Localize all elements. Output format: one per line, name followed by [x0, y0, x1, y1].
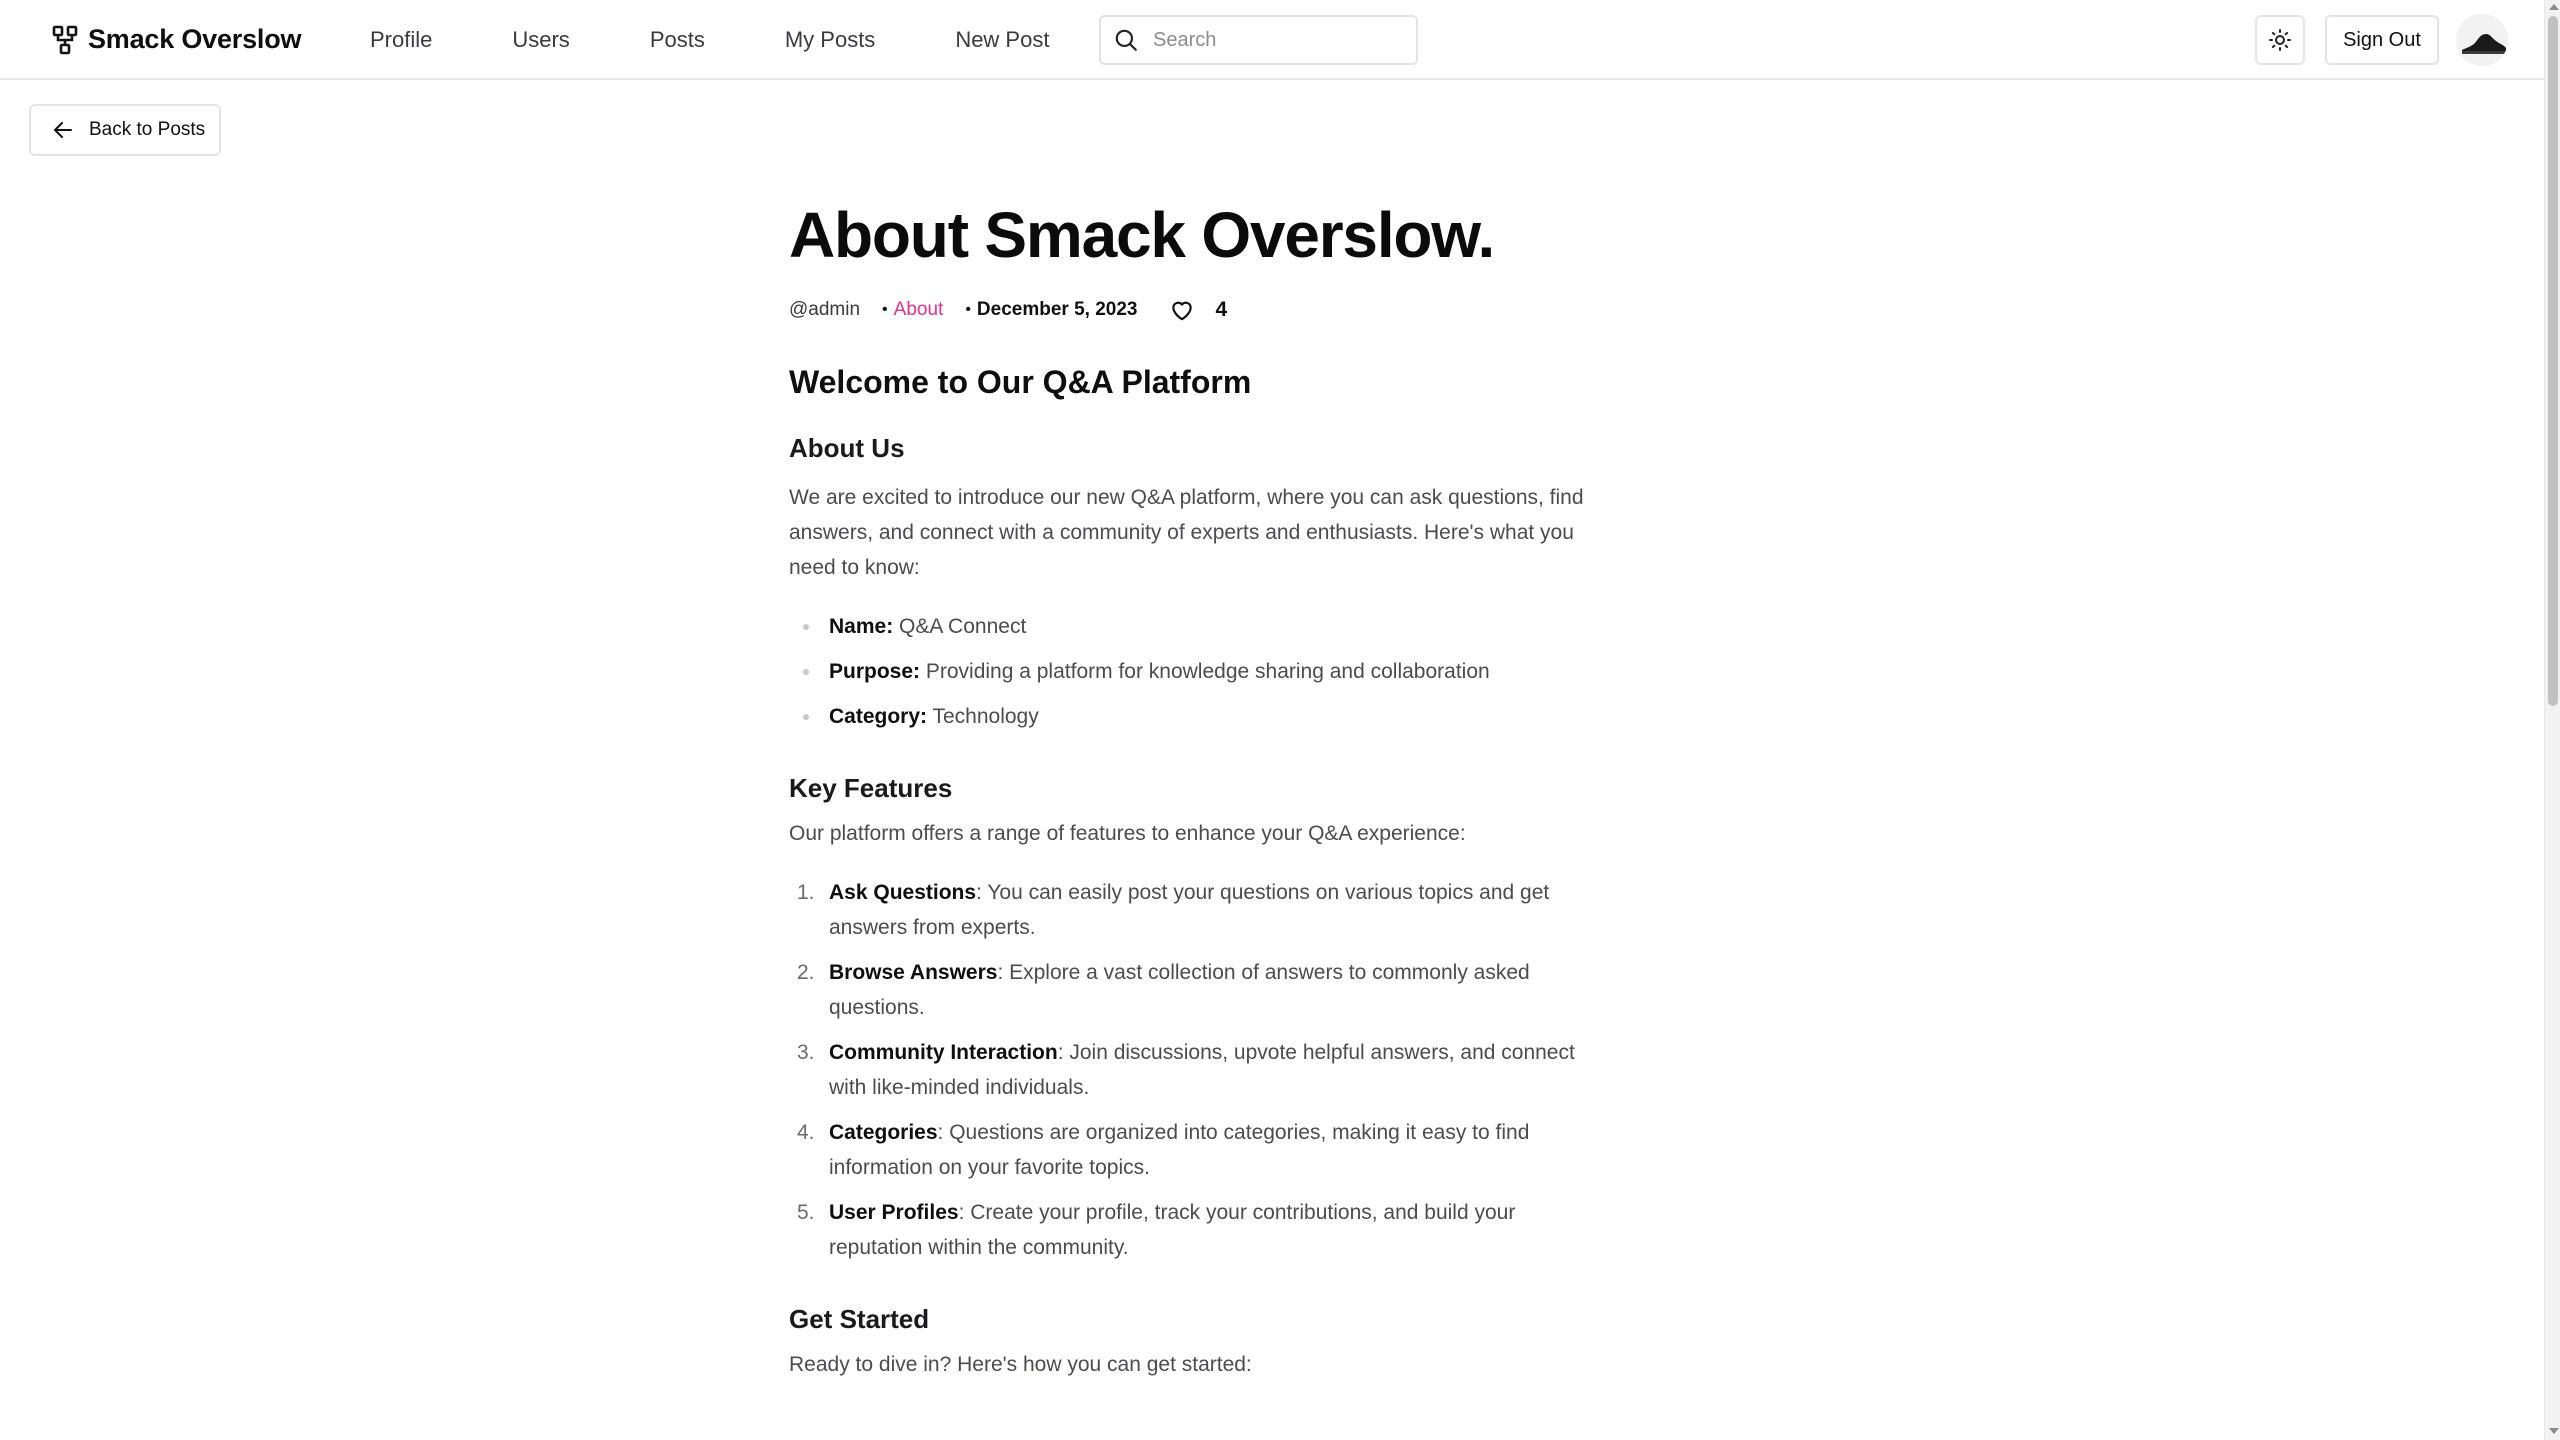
list-item: Name: Q&A Connect	[789, 609, 1609, 644]
fact-label: Category:	[829, 705, 928, 728]
features-list: 1. Ask Questions: You can easily post you…	[789, 875, 1609, 1265]
search-box[interactable]	[1099, 15, 1418, 65]
feature-label: Browse Answers	[829, 961, 998, 984]
list-item: 1. Ask Questions: You can easily post you…	[789, 875, 1609, 945]
search-input[interactable]	[1153, 28, 1393, 52]
get-started-intro: Ready to dive in? Here's how you can get…	[789, 1353, 1252, 1376]
search-icon	[1115, 29, 1137, 51]
features-intro: Our platform offers a range of features …	[789, 822, 1466, 845]
list-number: 2.	[797, 961, 815, 984]
feature-label: User Profiles	[829, 1201, 959, 1224]
scrollbar-thumb[interactable]	[2548, 16, 2558, 706]
feature-label: Ask Questions	[829, 881, 977, 904]
list-item: 2. Browse Answers: Explore a vast collect…	[789, 955, 1609, 1025]
heart-icon[interactable]	[1169, 297, 1195, 323]
section-heading-about: About Us	[789, 433, 905, 463]
section-heading-features: Key Features	[789, 773, 953, 803]
back-to-posts-label: Back to Posts	[89, 119, 206, 140]
page-scrollbar[interactable]	[2544, 0, 2560, 1440]
list-item: 5. User Profiles: Create your profile, tr…	[789, 1195, 1609, 1265]
sun-icon	[2269, 29, 2291, 51]
list-item: 3. Community Interaction: Join discussion…	[789, 1035, 1609, 1105]
post-category[interactable]: About	[894, 299, 944, 321]
nav-users[interactable]: Users	[512, 24, 569, 56]
list-number: 3.	[797, 1041, 815, 1064]
scroll-up-arrow-icon[interactable]	[2549, 4, 2559, 10]
nav-my-posts[interactable]: My Posts	[785, 24, 875, 56]
list-number: 1.	[797, 881, 815, 904]
brand-link[interactable]: Smack Overslow	[52, 24, 302, 55]
facts-list: Name: Q&A Connect Purpose: Providing a p…	[789, 609, 1609, 734]
list-item: 4. Categories: Questions are organized in…	[789, 1115, 1609, 1185]
list-item: Category: Technology	[789, 699, 1609, 734]
section-heading-get-started: Get Started	[789, 1304, 930, 1334]
avatar-icon	[2456, 14, 2508, 66]
arrow-left-icon	[54, 122, 72, 138]
brand-name: Smack Overslow	[88, 24, 302, 54]
fact-value: Technology	[927, 705, 1039, 728]
section-heading-welcome: Welcome to Our Q&A Platform	[789, 364, 1252, 400]
post-article: About Smack Overslow. @admin • About • D…	[789, 198, 1609, 1382]
list-number: 5.	[797, 1201, 815, 1224]
page-title: About Smack Overslow.	[789, 199, 1495, 271]
list-item: Purpose: Providing a platform for knowle…	[789, 654, 1609, 689]
feature-label: Community Interaction	[829, 1041, 1058, 1064]
nav-profile[interactable]: Profile	[370, 24, 432, 56]
post-author[interactable]: @admin	[789, 299, 860, 321]
list-number: 4.	[797, 1121, 815, 1144]
post-date: December 5, 2023	[976, 299, 1138, 320]
fact-value: Q&A Connect	[893, 615, 1027, 638]
fact-value: Providing a platform for knowledge shari…	[920, 660, 1490, 683]
meta-separator: •	[965, 301, 971, 318]
fact-label: Purpose:	[829, 660, 921, 683]
like-count: 4	[1215, 298, 1228, 321]
nav-posts[interactable]: Posts	[650, 24, 705, 56]
main-nav: Profile Users Posts My Posts New Post	[370, 24, 1129, 56]
back-to-posts-button[interactable]: Back to Posts	[29, 104, 221, 156]
sign-out-button[interactable]: Sign Out	[2325, 15, 2439, 65]
top-navbar: Smack Overslow Profile Users Posts My Po…	[0, 0, 2544, 80]
theme-toggle-button[interactable]	[2255, 15, 2305, 65]
about-paragraph: We are excited to introduce our new Q&A …	[789, 486, 1584, 579]
avatar[interactable]	[2456, 14, 2508, 66]
fact-label: Name:	[829, 615, 894, 638]
nav-new-post[interactable]: New Post	[955, 24, 1049, 56]
scroll-down-arrow-icon[interactable]	[2549, 1428, 2559, 1434]
meta-separator: •	[882, 301, 888, 318]
feature-label: Categories	[829, 1121, 938, 1144]
logo-icon	[52, 25, 78, 54]
post-meta: @admin • About • December 5, 2023 4	[789, 294, 1609, 326]
